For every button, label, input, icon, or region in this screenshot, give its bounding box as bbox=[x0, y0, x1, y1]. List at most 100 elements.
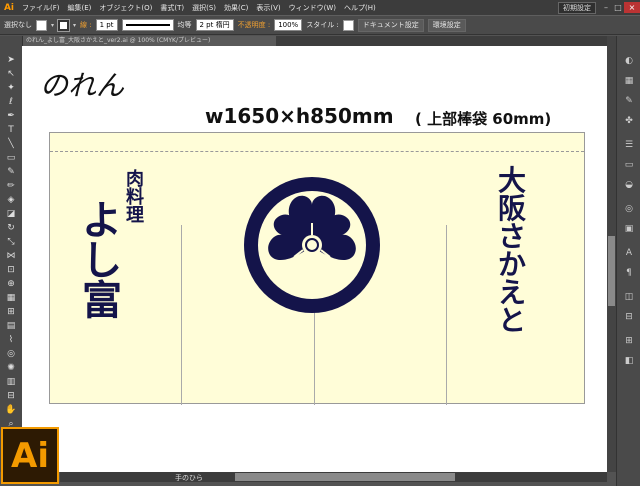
gradient-panel-icon[interactable]: ▭ bbox=[621, 160, 637, 171]
chevron-down-icon[interactable]: ▾ bbox=[51, 22, 54, 29]
vertical-scroll-thumb[interactable] bbox=[608, 236, 615, 306]
menu-select[interactable]: 選択(S) bbox=[188, 3, 220, 13]
lasso-tool-icon[interactable]: ℓ bbox=[4, 96, 18, 108]
selection-status: 選択なし bbox=[4, 21, 32, 29]
menu-view[interactable]: 表示(V) bbox=[252, 3, 284, 13]
color-panel-icon[interactable]: ◐ bbox=[621, 56, 637, 67]
stroke-profile-preview[interactable] bbox=[121, 19, 174, 31]
line-tool-icon[interactable]: ╲ bbox=[4, 138, 18, 150]
char: 理 bbox=[126, 205, 144, 226]
noren-curtain[interactable]: 肉 料 理 よ し 富 大 阪 さ か え と bbox=[49, 132, 585, 405]
width-tool-icon[interactable]: ⋈ bbox=[4, 250, 18, 262]
style-swatch[interactable] bbox=[342, 19, 354, 31]
magic-wand-tool-icon[interactable]: ✦ bbox=[4, 82, 18, 94]
direct-selection-tool-icon[interactable]: ↖ bbox=[4, 68, 18, 80]
app-logo: Ai bbox=[3, 2, 15, 13]
control-bar: 選択なし ▾ ▾ 線 : 1 pt 均等 2 pt 楕円 不透明度 : 100%… bbox=[0, 15, 640, 35]
paragraph-panel-icon[interactable]: ¶ bbox=[621, 268, 637, 279]
swatches-panel-icon[interactable]: ▦ bbox=[621, 76, 637, 87]
artboards-panel-icon[interactable]: ⊟ bbox=[621, 312, 637, 323]
layers-panel-icon[interactable]: ◫ bbox=[621, 292, 637, 303]
appearance-panel-icon[interactable]: ◎ bbox=[621, 204, 637, 215]
menu-object[interactable]: オブジェクト(O) bbox=[95, 3, 156, 13]
char: か bbox=[498, 248, 527, 281]
rotate-tool-icon[interactable]: ↻ bbox=[4, 222, 18, 234]
eyedropper-tool-icon[interactable]: ⌇ bbox=[4, 334, 18, 346]
transparency-panel-icon[interactable]: ◒ bbox=[621, 180, 637, 191]
paintbrush-tool-icon[interactable]: ✎ bbox=[4, 166, 18, 178]
pathfinder-panel-icon[interactable]: ◧ bbox=[621, 356, 637, 367]
menu-window[interactable]: ウィンドウ(W) bbox=[285, 3, 340, 13]
scale-tool-icon[interactable]: ⤡ bbox=[4, 236, 18, 248]
dimensions-label: w1650×h850mm bbox=[205, 104, 394, 128]
type-tool-icon[interactable]: T bbox=[4, 124, 18, 136]
char: 大 bbox=[498, 164, 527, 197]
graphic-styles-panel-icon[interactable]: ▣ bbox=[621, 224, 637, 235]
artboard[interactable]: のれん w1650×h850mm ( 上部棒袋 60mm) 肉 料 理 よ し … bbox=[22, 46, 607, 472]
chevron-down-icon[interactable]: ▾ bbox=[73, 22, 76, 29]
pen-tool-icon[interactable]: ✒ bbox=[4, 110, 18, 122]
stroke-weight-field[interactable]: 1 pt bbox=[95, 19, 118, 31]
maximize-icon[interactable]: □ bbox=[612, 2, 624, 13]
horizontal-scroll-thumb[interactable] bbox=[235, 473, 455, 481]
panel-slit-3 bbox=[446, 225, 447, 405]
document-setup-button[interactable]: ドキュメント設定 bbox=[357, 18, 424, 32]
horizontal-scrollbar[interactable] bbox=[60, 472, 607, 482]
close-icon[interactable]: × bbox=[624, 2, 640, 13]
fill-swatch[interactable] bbox=[36, 19, 47, 31]
stroke-label[interactable]: 線 : bbox=[80, 20, 92, 30]
char: し bbox=[82, 237, 122, 284]
perspective-grid-tool-icon[interactable]: ▦ bbox=[4, 292, 18, 304]
rectangle-tool-icon[interactable]: ▭ bbox=[4, 152, 18, 164]
blend-tool-icon[interactable]: ◎ bbox=[4, 348, 18, 360]
opacity-field[interactable]: 100% bbox=[274, 19, 303, 31]
selection-tool-icon[interactable]: ➤ bbox=[4, 54, 18, 66]
document-tab[interactable]: のれん_よし富_大阪さかえと_ver2.ai @ 100% (CMYK/プレビュ… bbox=[22, 36, 276, 46]
symbols-panel-icon[interactable]: ✤ bbox=[621, 116, 637, 127]
menu-edit[interactable]: 編集(E) bbox=[64, 3, 96, 13]
vertical-scrollbar[interactable] bbox=[607, 36, 616, 472]
char: と bbox=[498, 304, 527, 337]
brushes-panel-icon[interactable]: ✎ bbox=[621, 96, 637, 107]
preferences-button[interactable]: 環境設定 bbox=[427, 18, 466, 32]
left-small-text: 肉 料 理 bbox=[126, 171, 144, 225]
workspace-switcher[interactable]: 初期設定 bbox=[558, 1, 596, 14]
panel-slit-1 bbox=[181, 225, 182, 405]
stroke-panel-icon[interactable]: ☰ bbox=[621, 140, 637, 151]
status-tool-label: 手のひら bbox=[175, 474, 203, 482]
char: 富 bbox=[82, 277, 122, 324]
gradient-tool-icon[interactable]: ▤ bbox=[4, 320, 18, 332]
minimize-icon[interactable]: – bbox=[600, 2, 612, 13]
free-transform-tool-icon[interactable]: ⊡ bbox=[4, 264, 18, 276]
artwork-title: のれん bbox=[40, 69, 125, 102]
shape-builder-tool-icon[interactable]: ⊕ bbox=[4, 278, 18, 290]
menu-help[interactable]: ヘルプ(H) bbox=[340, 3, 380, 13]
menu-file[interactable]: ファイル(F) bbox=[18, 3, 64, 13]
illustrator-logo: Ai bbox=[1, 427, 59, 484]
char: よ bbox=[82, 197, 122, 244]
tools-panel: ➤ ↖ ✦ ℓ ✒ T ╲ ▭ ✎ ✏ ◈ ◪ ↻ ⤡ ⋈ ⊡ ⊕ ▦ ⊞ ▤ … bbox=[0, 36, 23, 472]
brush-field[interactable]: 2 pt 楕円 bbox=[195, 19, 234, 31]
menu-bar: Ai ファイル(F) 編集(E) オブジェクト(O) 書式(T) 選択(S) 効… bbox=[0, 0, 640, 15]
mesh-tool-icon[interactable]: ⊞ bbox=[4, 306, 18, 318]
char: え bbox=[498, 276, 527, 309]
symbol-sprayer-tool-icon[interactable]: ✺ bbox=[4, 362, 18, 374]
opacity-label[interactable]: 不透明度 : bbox=[238, 20, 271, 30]
artboard-tool-icon[interactable]: ⊟ bbox=[4, 390, 18, 402]
family-crest-icon bbox=[244, 177, 380, 313]
pole-sleeve-line bbox=[50, 151, 584, 152]
stroke-swatch[interactable] bbox=[57, 18, 71, 32]
character-panel-icon[interactable]: A bbox=[621, 248, 637, 259]
graph-tool-icon[interactable]: ▥ bbox=[4, 376, 18, 388]
hand-tool-icon[interactable]: ✋ bbox=[4, 404, 18, 416]
pencil-tool-icon[interactable]: ✏ bbox=[4, 180, 18, 192]
menu-type[interactable]: 書式(T) bbox=[156, 3, 188, 13]
panel-dock: ◐ ▦ ✎ ✤ ☰ ▭ ◒ ◎ ▣ A ¶ ◫ ⊟ ⊞ ◧ bbox=[616, 36, 640, 486]
eraser-tool-icon[interactable]: ◪ bbox=[4, 208, 18, 220]
pole-sleeve-note: ( 上部棒袋 60mm) bbox=[415, 110, 552, 128]
char: さ bbox=[498, 220, 527, 253]
style-label: スタイル : bbox=[306, 21, 339, 29]
menu-effect[interactable]: 効果(C) bbox=[220, 3, 252, 13]
blob-brush-tool-icon[interactable]: ◈ bbox=[4, 194, 18, 206]
align-panel-icon[interactable]: ⊞ bbox=[621, 336, 637, 347]
